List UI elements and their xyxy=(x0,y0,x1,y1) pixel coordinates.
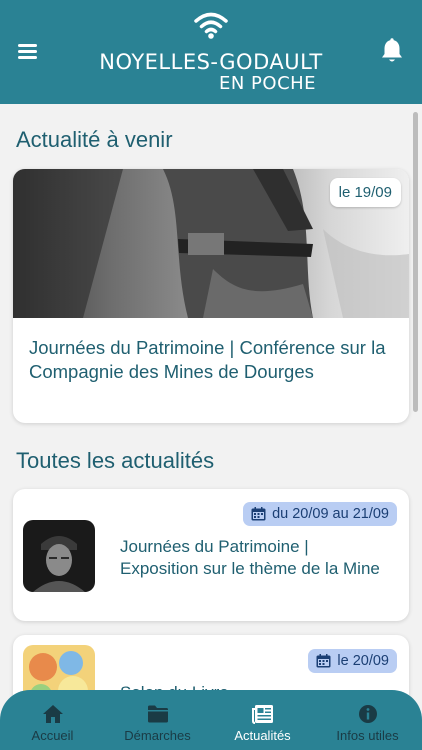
tab-label-actualites: Actualités xyxy=(234,728,291,743)
bottom-tab-bar: Accueil Démarches Actualités Infos utile… xyxy=(0,690,422,750)
wifi-icon xyxy=(194,12,228,39)
info-icon xyxy=(358,705,377,723)
all-news-section-title: Toutes les actualités xyxy=(16,448,215,473)
tab-label-infos-utiles: Infos utiles xyxy=(336,728,399,743)
tab-infos-utiles[interactable]: Infos utiles xyxy=(315,690,420,750)
tab-demarches[interactable]: Démarches xyxy=(105,690,210,750)
calendar-icon xyxy=(251,507,266,521)
tab-accueil[interactable]: Accueil xyxy=(0,690,105,750)
featured-news-card[interactable]: le 19/09 Journées du Patrimoine | Confér… xyxy=(13,169,409,423)
calendar-icon xyxy=(316,654,331,668)
app-logo: NOYELLES-GODAULT EN POCHE xyxy=(0,10,422,94)
news-thumbnail-1 xyxy=(23,520,95,592)
news-date-badge-2: le 20/09 xyxy=(308,649,397,673)
news-card-1[interactable]: du 20/09 au 21/09 Journées du Patrimoine… xyxy=(13,489,409,621)
tab-actualites[interactable]: Actualités xyxy=(210,690,315,750)
app-header: NOYELLES-GODAULT EN POCHE xyxy=(0,0,422,104)
news-date-text-1: du 20/09 au 21/09 xyxy=(272,506,389,522)
logo-line2: EN POCHE xyxy=(219,73,317,94)
scrollbar[interactable] xyxy=(413,112,418,412)
newspaper-icon xyxy=(251,705,273,724)
home-icon xyxy=(42,705,63,723)
folder-icon xyxy=(147,705,168,723)
news-date-badge-1: du 20/09 au 21/09 xyxy=(243,502,397,526)
upcoming-section-title: Actualité à venir xyxy=(16,127,173,152)
news-date-text-2: le 20/09 xyxy=(337,653,389,669)
tab-label-demarches: Démarches xyxy=(124,728,191,743)
logo-line1: NOYELLES-GODAULT xyxy=(99,50,323,74)
bell-icon[interactable] xyxy=(380,38,404,64)
tab-label-accueil: Accueil xyxy=(31,728,74,743)
news-title-1: Journées du Patrimoine | Exposition sur … xyxy=(120,537,380,578)
featured-date-badge: le 19/09 xyxy=(329,178,401,207)
featured-news-title: Journées du Patrimoine | Conférence sur … xyxy=(29,337,386,382)
